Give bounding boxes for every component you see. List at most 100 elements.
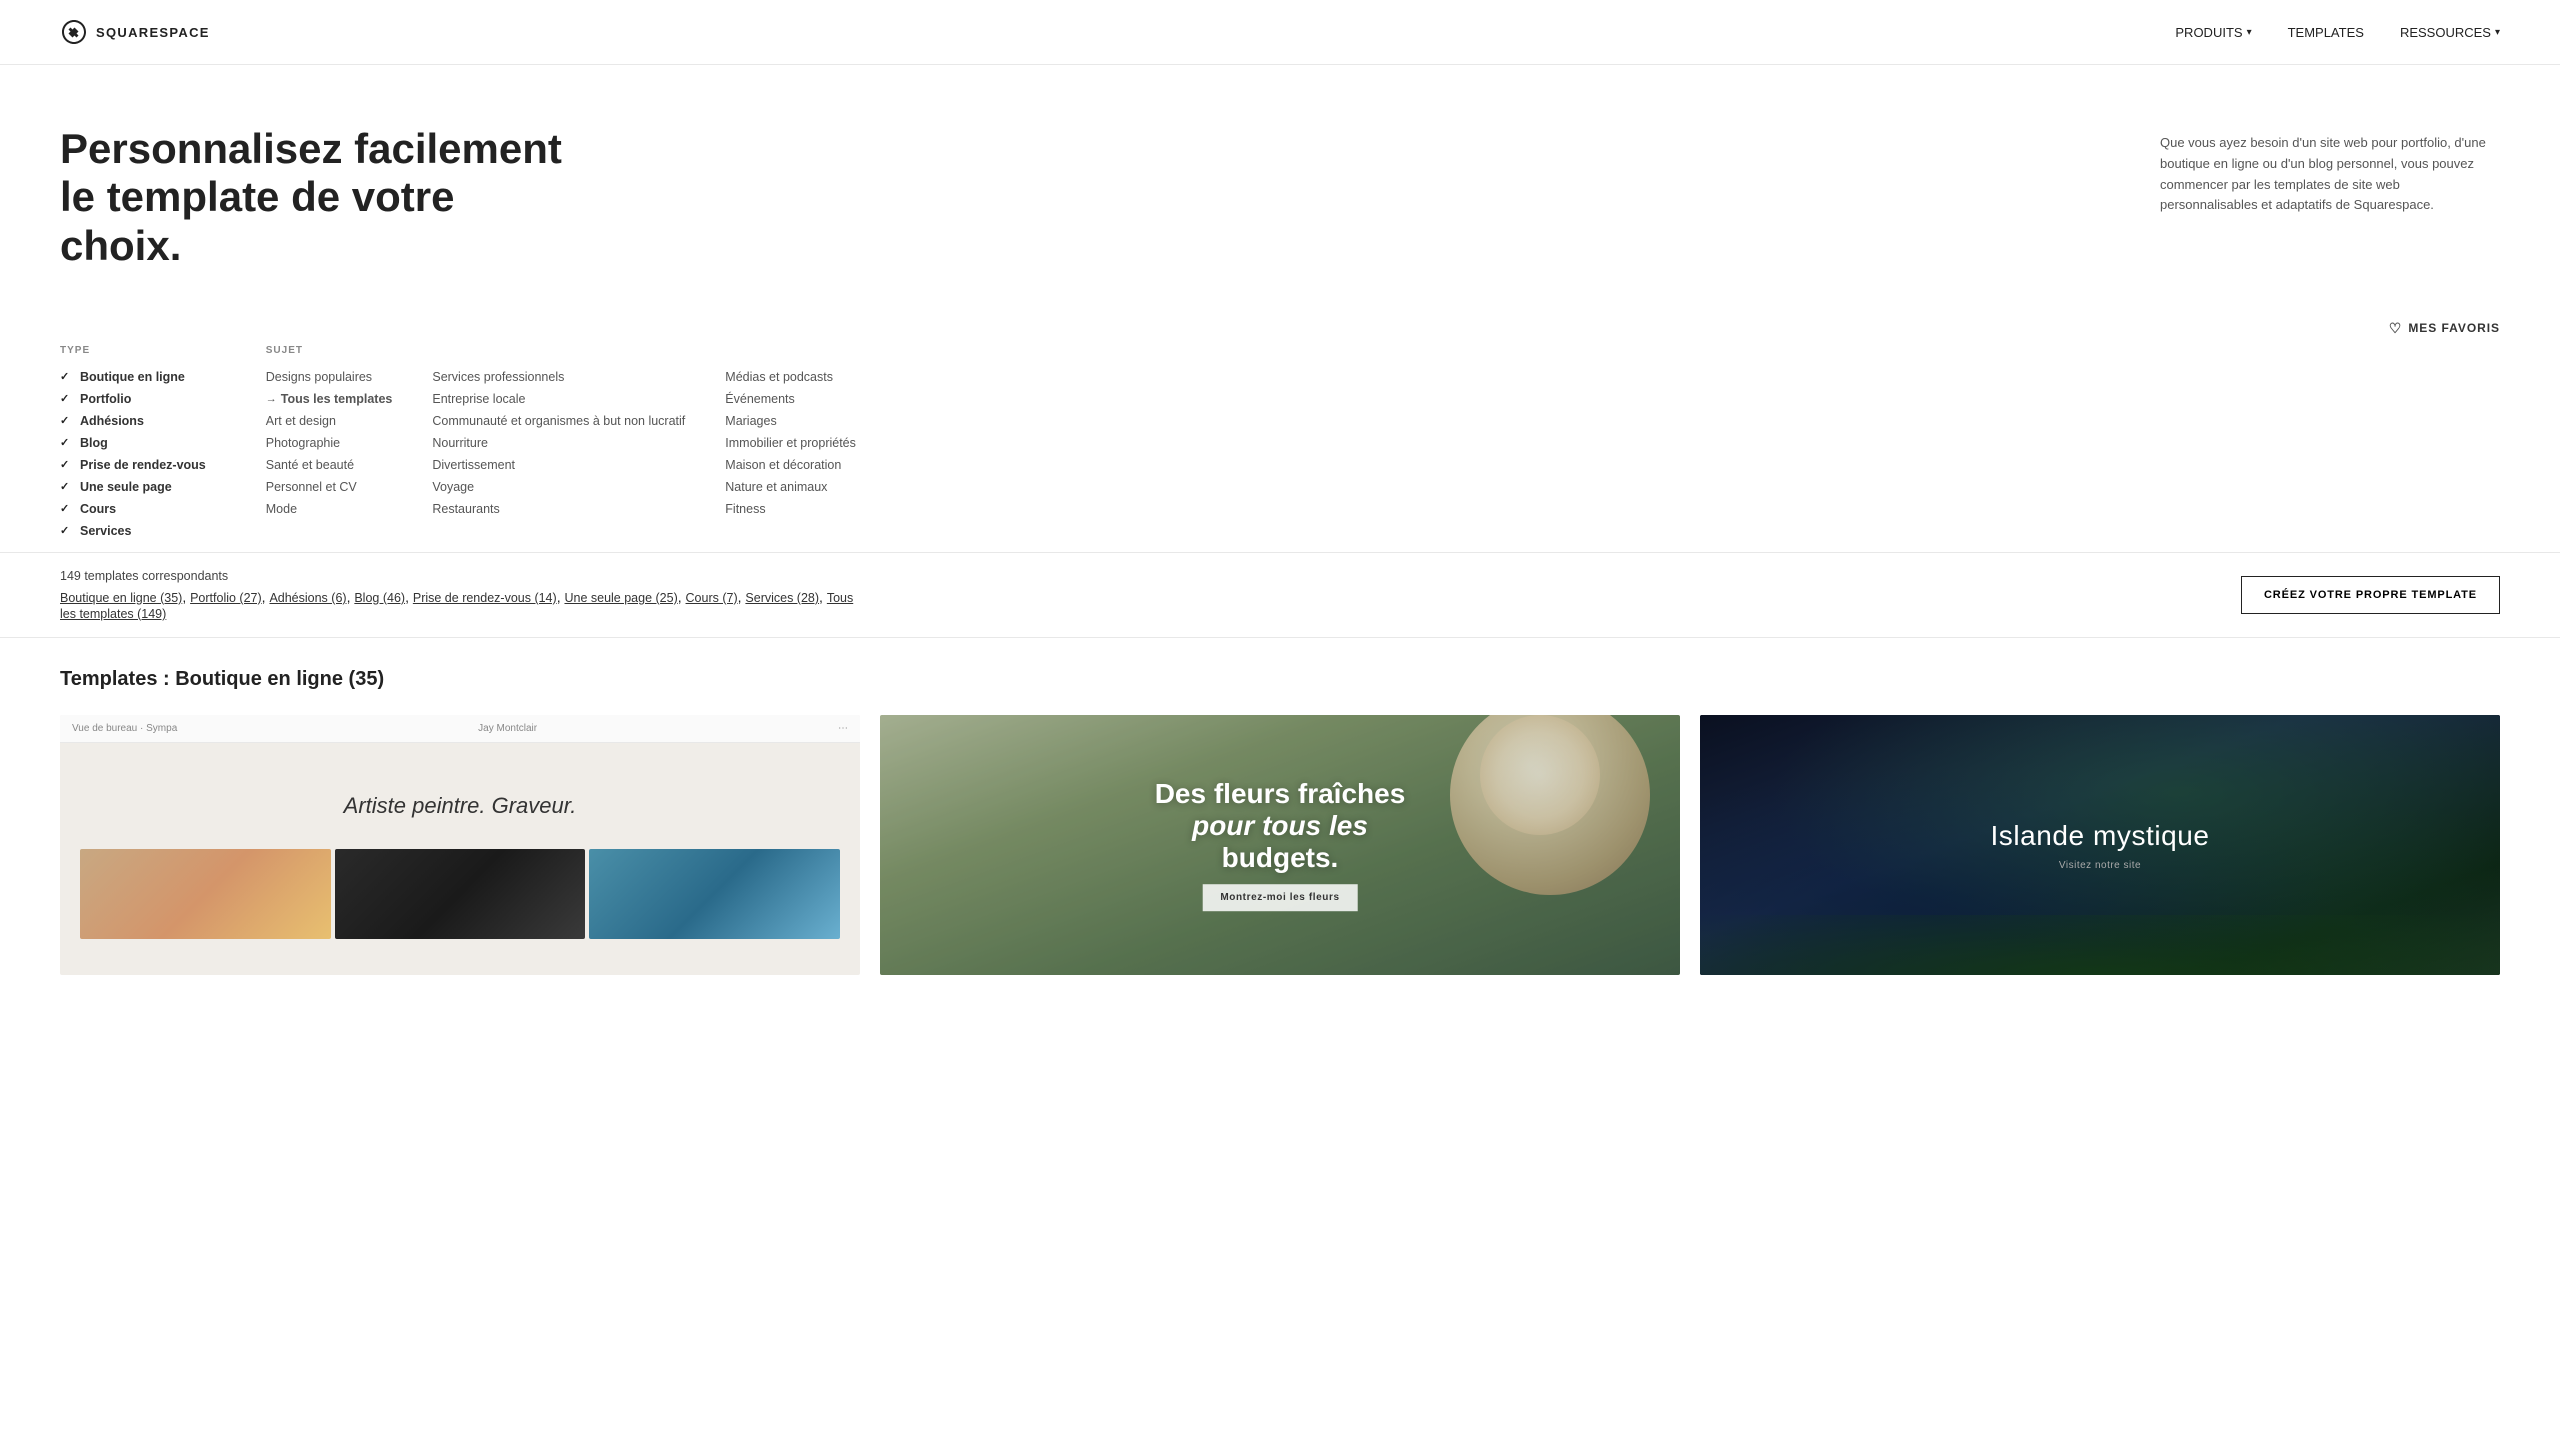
type-item-6[interactable]: ✓ Cours <box>60 498 206 520</box>
check-icon-7: ✓ <box>60 524 74 537</box>
logo[interactable]: SQUARESPACE <box>60 18 210 46</box>
sujet-item-14[interactable]: Divertissement <box>432 454 685 476</box>
check-icon-0: ✓ <box>60 370 74 383</box>
result-link-1[interactable]: Portfolio (27) <box>190 591 262 605</box>
more-icon: ⋯ <box>838 723 848 734</box>
result-link-5[interactable]: Une seule page (25) <box>564 591 677 605</box>
card-images <box>80 849 840 939</box>
sujet-label: SUJET <box>266 345 856 356</box>
result-link-4[interactable]: Prise de rendez-vous (14) <box>413 591 557 605</box>
check-icon-2: ✓ <box>60 414 74 427</box>
result-link-7[interactable]: Services (28) <box>745 591 819 605</box>
sujet-item-5[interactable]: Personnel et CV <box>266 476 393 498</box>
sujet-item-0[interactable]: Designs populaires <box>266 366 393 388</box>
section-title: Templates : Boutique en ligne (35) <box>60 668 2500 691</box>
nav-produits[interactable]: PRODUITS ▾ <box>2175 25 2251 40</box>
card-bg-islande: Islande mystique Visitez notre site <box>1700 715 2500 975</box>
sujet-item-12[interactable]: Communauté et organismes à but non lucra… <box>432 410 685 432</box>
type-filter: TYPE ✓ Boutique en ligne ✓ Portfolio ✓ A… <box>60 345 206 542</box>
check-icon-5: ✓ <box>60 480 74 493</box>
sujet-filter: SUJET Designs populaires → Tous les temp… <box>266 345 856 520</box>
result-link-0[interactable]: Boutique en ligne (35) <box>60 591 182 605</box>
card-header-right: Jay Montclair <box>478 723 537 734</box>
type-item-4[interactable]: ✓ Prise de rendez-vous <box>60 454 206 476</box>
filters-section: ♡ MES FAVORIS TYPE ✓ Boutique en ligne ✓… <box>0 300 2560 553</box>
template-card-jay-montclair[interactable]: Vue de bureau · Sympa Jay Montclair ⋯ Ar… <box>60 715 860 975</box>
card-header-left: Vue de bureau · Sympa <box>72 723 177 734</box>
hero-title: Personnalisez facilement le template de … <box>60 125 580 270</box>
sujet-item-20[interactable]: Médias et podcasts <box>725 366 856 388</box>
hero-section: Personnalisez facilement le template de … <box>0 65 2560 300</box>
chevron-down-icon: ▾ <box>2247 27 2252 38</box>
nav-ressources[interactable]: RESSOURCES ▾ <box>2400 25 2500 40</box>
sujet-col-3: Médias et podcasts Événements Mariages I… <box>725 366 856 520</box>
heart-icon: ♡ <box>2389 320 2403 337</box>
results-links: Boutique en ligne (35), Portfolio (27), … <box>60 589 860 621</box>
nav-links: PRODUITS ▾ TEMPLATES RESSOURCES ▾ <box>2175 25 2500 40</box>
navigation: SQUARESPACE PRODUITS ▾ TEMPLATES RESSOUR… <box>0 0 2560 65</box>
sujet-item-4[interactable]: Santé et beauté <box>266 454 393 476</box>
template-card-islande[interactable]: Islande mystique Visitez notre site <box>1700 715 2500 975</box>
card-visual: Des fleurs fraîches pour tous les budget… <box>880 715 1680 975</box>
sujet-item-6[interactable]: Mode <box>266 498 393 520</box>
check-icon-4: ✓ <box>60 458 74 471</box>
sujet-item-2[interactable]: Art et design <box>266 410 393 432</box>
result-link-3[interactable]: Blog (46) <box>354 591 405 605</box>
check-icon-6: ✓ <box>60 502 74 515</box>
sujet-item-15[interactable]: Voyage <box>432 476 685 498</box>
favorites-button[interactable]: ♡ MES FAVORIS <box>2389 320 2500 337</box>
sujet-item-21[interactable]: Événements <box>725 388 856 410</box>
sujet-item-1[interactable]: → Tous les templates <box>266 388 393 410</box>
nav-templates[interactable]: TEMPLATES <box>2288 25 2364 40</box>
card-headline: Des fleurs fraîches pour tous les budget… <box>1155 778 1406 875</box>
card-content: Des fleurs fraîches pour tous les budget… <box>1155 778 1406 912</box>
flower-decoration-2 <box>1480 715 1600 835</box>
sujet-col-2: Services professionnels Entreprise local… <box>432 366 685 520</box>
card-image-0 <box>80 849 331 939</box>
check-icon-3: ✓ <box>60 436 74 449</box>
card-tagline: Artiste peintre. Graveur. <box>80 793 840 819</box>
sujet-item-23[interactable]: Immobilier et propriétés <box>725 432 856 454</box>
result-link-2[interactable]: Adhésions (6) <box>269 591 346 605</box>
card-title-islande: Islande mystique <box>1990 819 2209 853</box>
ground-decor <box>1700 915 2500 975</box>
card-sub-islande: Visitez notre site <box>1990 860 2209 871</box>
logo-text: SQUARESPACE <box>96 25 210 40</box>
sujet-col-1: Designs populaires → Tous les templates … <box>266 366 393 520</box>
card-main: Artiste peintre. Graveur. <box>60 743 860 959</box>
sujet-item-22[interactable]: Mariages <box>725 410 856 432</box>
check-icon-1: ✓ <box>60 392 74 405</box>
card-visual-islande: Islande mystique Visitez notre site <box>1700 715 2500 975</box>
results-info: 149 templates correspondants Boutique en… <box>60 569 860 621</box>
card-bg: Des fleurs fraîches pour tous les budget… <box>880 715 1680 975</box>
type-item-5[interactable]: ✓ Une seule page <box>60 476 206 498</box>
card-header: Vue de bureau · Sympa Jay Montclair ⋯ <box>60 715 860 743</box>
sujet-item-16[interactable]: Restaurants <box>432 498 685 520</box>
sujet-item-3[interactable]: Photographie <box>266 432 393 454</box>
type-item-7[interactable]: ✓ Services <box>60 520 206 542</box>
card-cta-button[interactable]: Montrez-moi les fleurs <box>1202 885 1357 912</box>
arrow-icon: → <box>266 393 277 405</box>
squarespace-logo-icon <box>60 18 88 46</box>
card-image-1 <box>335 849 586 939</box>
type-item-2[interactable]: ✓ Adhésions <box>60 410 206 432</box>
template-card-fleurs[interactable]: Des fleurs fraîches pour tous les budget… <box>880 715 1680 975</box>
sujet-item-13[interactable]: Nourriture <box>432 432 685 454</box>
templates-section: Templates : Boutique en ligne (35) Vue d… <box>0 638 2560 1005</box>
card-image-2 <box>589 849 840 939</box>
type-label: TYPE <box>60 345 206 356</box>
sujet-item-10[interactable]: Services professionnels <box>432 366 685 388</box>
sujet-item-24[interactable]: Maison et décoration <box>725 454 856 476</box>
sujet-item-11[interactable]: Entreprise locale <box>432 388 685 410</box>
results-bar: 149 templates correspondants Boutique en… <box>0 553 2560 638</box>
create-template-button[interactable]: CRÉEZ VOTRE PROPRE TEMPLATE <box>2241 576 2500 614</box>
type-item-1[interactable]: ✓ Portfolio <box>60 388 206 410</box>
sujet-item-26[interactable]: Fitness <box>725 498 856 520</box>
chevron-down-icon-2: ▾ <box>2495 27 2500 38</box>
type-item-0[interactable]: ✓ Boutique en ligne <box>60 366 206 388</box>
type-item-3[interactable]: ✓ Blog <box>60 432 206 454</box>
results-count: 149 templates correspondants <box>60 569 228 583</box>
hero-description: Que vous ayez besoin d'un site web pour … <box>2160 125 2500 216</box>
sujet-item-25[interactable]: Nature et animaux <box>725 476 856 498</box>
result-link-6[interactable]: Cours (7) <box>686 591 738 605</box>
